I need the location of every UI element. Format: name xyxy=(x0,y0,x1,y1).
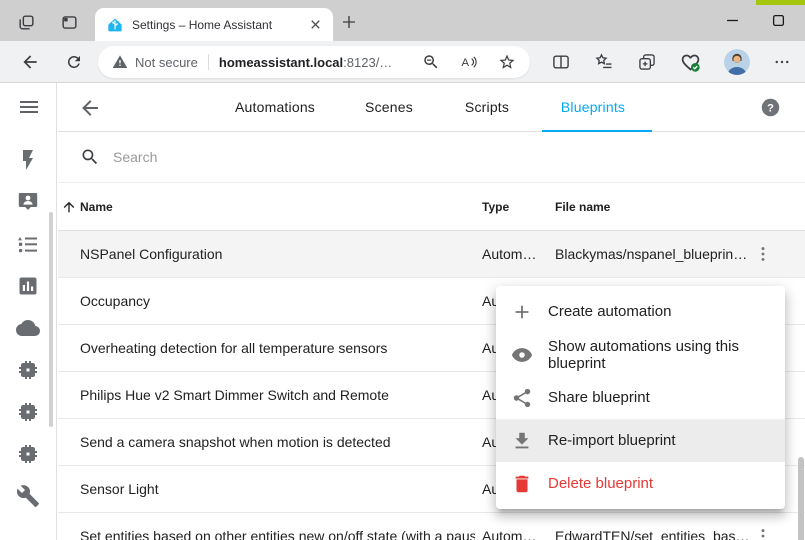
menu-item-show-automations[interactable]: Show automations using this blueprint xyxy=(496,333,785,376)
menu-hamburger-icon[interactable] xyxy=(17,95,41,119)
profile-avatar[interactable] xyxy=(724,49,750,75)
url-path: :8123/… xyxy=(343,55,392,70)
menu-item-share-blueprint[interactable]: Share blueprint xyxy=(496,376,785,419)
cloud-icon[interactable] xyxy=(16,316,40,340)
list-icon[interactable] xyxy=(16,232,40,256)
browser-settings-more-icon[interactable] xyxy=(773,53,791,71)
active-tab-underline xyxy=(542,130,652,132)
menu-item-label: Share blueprint xyxy=(548,389,650,406)
blueprint-type: Autom… xyxy=(482,246,536,262)
trash-icon xyxy=(511,473,533,495)
split-screen-icon[interactable] xyxy=(551,52,571,72)
tab-actions-icon[interactable] xyxy=(59,12,79,32)
home-assistant-favicon xyxy=(107,17,123,33)
menu-item-reimport-blueprint[interactable]: Re-import blueprint xyxy=(496,419,785,462)
help-icon[interactable]: ? xyxy=(760,97,781,118)
blueprint-type: Autom… xyxy=(482,528,536,540)
column-header-name[interactable]: Name xyxy=(80,200,113,214)
download-icon xyxy=(511,430,533,452)
window-maximize-button[interactable] xyxy=(764,8,792,32)
tab-scenes[interactable]: Scenes xyxy=(365,99,413,115)
browser-titlebar: Settings – Home Assistant xyxy=(0,0,805,41)
plus-icon xyxy=(511,301,533,323)
svg-text:A: A xyxy=(462,57,470,69)
tab-automations[interactable]: Automations xyxy=(235,99,315,115)
url-divider xyxy=(208,54,209,70)
blueprint-file: Blackymas/nspanel_blueprin… xyxy=(555,246,747,262)
address-bar[interactable]: Not secure homeassistant.local :8123/… A xyxy=(98,46,530,78)
bar-chart-icon[interactable] xyxy=(16,274,40,298)
eye-icon xyxy=(511,344,533,366)
share-icon xyxy=(511,387,533,409)
zoom-out-icon[interactable] xyxy=(422,53,440,71)
blueprint-name: Send a camera snapshot when motion is de… xyxy=(80,434,391,450)
tab-blueprints[interactable]: Blueprints xyxy=(561,99,625,115)
favorites-collections-icon[interactable] xyxy=(594,52,614,72)
menu-item-create-automation[interactable]: Create automation xyxy=(496,290,785,333)
chip-icon[interactable] xyxy=(16,400,40,424)
menu-item-label: Re-import blueprint xyxy=(548,432,676,449)
new-tab-icon[interactable] xyxy=(339,12,359,32)
lightning-bolt-icon[interactable] xyxy=(16,148,40,172)
blueprint-name: Sensor Light xyxy=(80,481,159,497)
blueprint-name: Occupancy xyxy=(80,293,150,309)
browser-back-icon[interactable] xyxy=(19,51,41,73)
menu-item-delete-blueprint[interactable]: Delete blueprint xyxy=(496,462,785,505)
ha-sidebar xyxy=(0,83,57,540)
wrench-icon[interactable] xyxy=(16,484,40,508)
ha-header: Automations Scenes Scripts Blueprints ? xyxy=(58,83,805,132)
blueprint-name: NSPanel Configuration xyxy=(80,246,222,262)
column-header-type[interactable]: Type xyxy=(482,200,509,214)
chip-icon[interactable] xyxy=(16,358,40,382)
tab-scripts[interactable]: Scripts xyxy=(465,99,509,115)
browser-tab[interactable]: Settings – Home Assistant xyxy=(95,8,333,41)
screen-edge-strip xyxy=(756,0,805,5)
menu-item-label: Delete blueprint xyxy=(548,475,653,492)
sort-ascending-icon[interactable] xyxy=(61,199,77,215)
browser-window: Settings – Home Assistant Not secure xyxy=(0,0,805,540)
add-to-collections-icon[interactable] xyxy=(637,52,657,72)
table-row[interactable]: NSPanel Configuration Autom… Blackymas/n… xyxy=(58,231,805,278)
browser-refresh-icon[interactable] xyxy=(63,51,85,73)
workspaces-icon[interactable] xyxy=(16,12,36,32)
row-overflow-menu-icon[interactable] xyxy=(753,526,773,540)
blueprint-name: Philips Hue v2 Smart Dimmer Switch and R… xyxy=(80,387,389,403)
url-host: homeassistant.local xyxy=(219,55,343,70)
chip-icon[interactable] xyxy=(16,442,40,466)
table-row[interactable]: Set entities based on other entities new… xyxy=(58,513,805,540)
window-minimize-button[interactable] xyxy=(718,8,746,32)
tab-title: Settings – Home Assistant xyxy=(132,18,308,32)
sidebar-scrollbar[interactable] xyxy=(49,212,53,427)
blueprint-context-menu: Create automation Show automations using… xyxy=(496,286,785,509)
search-input[interactable] xyxy=(113,149,393,165)
not-secure-warning-icon xyxy=(112,54,128,70)
browser-toolbar: Not secure homeassistant.local :8123/… A xyxy=(0,41,805,83)
menu-item-label: Show automations using this blueprint xyxy=(548,338,770,372)
tab-close-icon[interactable] xyxy=(308,17,323,32)
blueprint-name: Set entities based on other entities new… xyxy=(80,528,475,540)
blueprint-file: EdwardTEN/set_entities_bas… xyxy=(555,528,750,540)
person-badge-icon[interactable] xyxy=(16,190,40,214)
row-overflow-menu-icon[interactable] xyxy=(753,244,773,264)
menu-item-label: Create automation xyxy=(548,303,671,320)
read-aloud-icon[interactable]: A xyxy=(460,53,478,71)
security-label: Not secure xyxy=(135,55,198,70)
search-row xyxy=(58,132,805,183)
favorite-star-icon[interactable] xyxy=(498,53,516,71)
search-icon xyxy=(80,147,100,167)
browser-essentials-icon[interactable] xyxy=(680,52,701,73)
page-scrollbar[interactable] xyxy=(798,457,804,540)
ha-back-icon[interactable] xyxy=(78,96,102,120)
svg-text:?: ? xyxy=(767,103,774,115)
blueprint-name: Overheating detection for all temperatur… xyxy=(80,340,387,356)
table-header: Name Type File name xyxy=(58,183,805,231)
column-header-file[interactable]: File name xyxy=(555,200,610,214)
